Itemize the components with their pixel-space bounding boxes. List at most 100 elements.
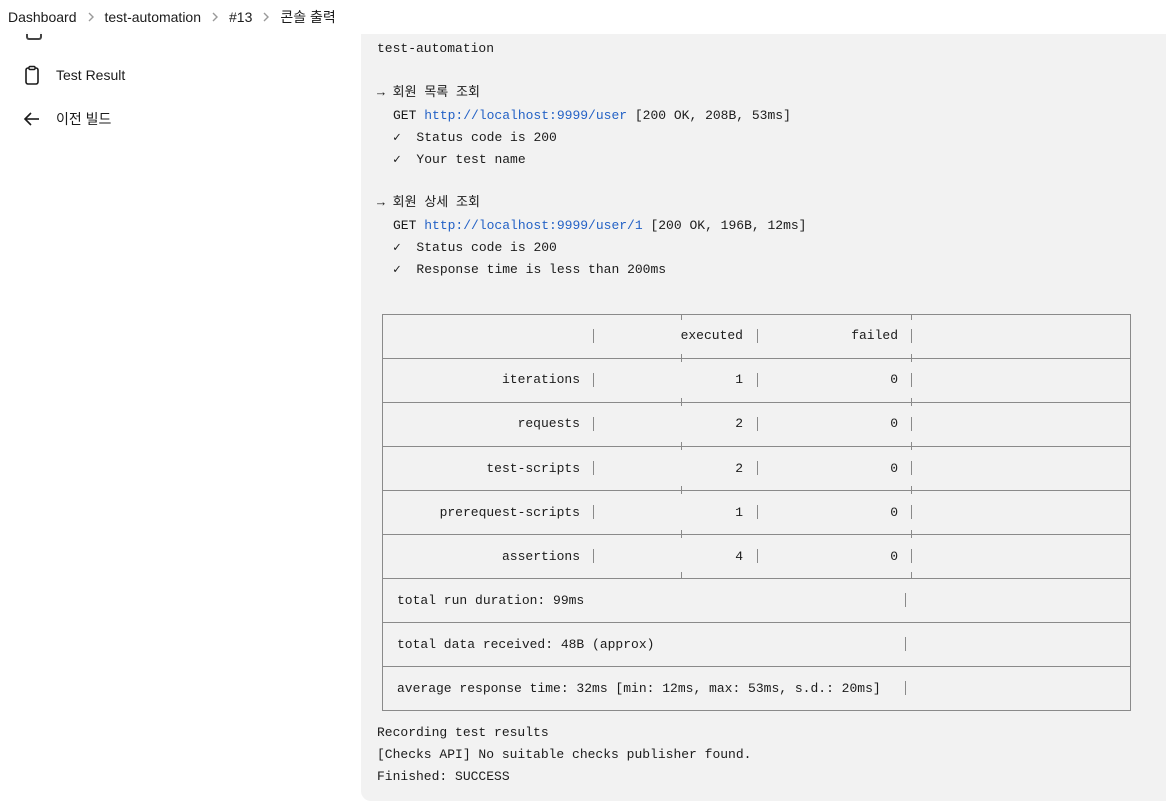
table-border (911, 505, 912, 519)
chevron-right-icon (77, 12, 105, 22)
table-border (911, 417, 912, 431)
row-executed: 4 (735, 549, 743, 564)
console-header: test-automation (377, 41, 495, 56)
sidebar-item-label: Test Result (56, 67, 126, 83)
table-border (911, 314, 912, 320)
table-border (911, 486, 912, 494)
table-border (911, 442, 912, 450)
sidebar-item-test-result[interactable]: Test Result (22, 65, 125, 85)
row-failed: 0 (890, 505, 898, 520)
column-header-executed: executed (680, 328, 743, 343)
table-border (681, 572, 682, 578)
table-border (382, 402, 1131, 403)
table-border (382, 710, 1131, 711)
table-border (593, 417, 594, 431)
breadcrumb-console-output[interactable]: 콘솔 출력 (280, 7, 335, 27)
request-method: GET (393, 108, 425, 123)
row-failed: 0 (890, 372, 898, 387)
sidebar-item-previous-build[interactable]: 이전 빌드 (22, 109, 111, 129)
row-failed: 0 (890, 461, 898, 476)
clipboard-icon (22, 65, 42, 85)
table-border (593, 549, 594, 563)
column-header-failed: failed (851, 328, 898, 343)
row-executed: 1 (735, 372, 743, 387)
table-border (681, 530, 682, 538)
request-method: GET (393, 218, 425, 233)
table-border (593, 461, 594, 475)
breadcrumb: Dashboard test-automation #13 콘솔 출력 (0, 0, 1166, 34)
table-border (382, 666, 1131, 667)
table-border (911, 354, 912, 362)
request-url-link[interactable]: http://localhost:9999/user/1 (424, 218, 642, 233)
console-line: Recording test results (377, 725, 549, 740)
arrow-left-icon (22, 109, 42, 129)
console-line: [Checks API] No suitable checks publishe… (377, 747, 752, 762)
chevron-right-icon (252, 12, 280, 22)
row-executed: 1 (735, 505, 743, 520)
chevron-right-icon (201, 12, 229, 22)
table-border (757, 329, 758, 343)
table-border (593, 373, 594, 387)
table-border (757, 461, 758, 475)
table-border (593, 329, 594, 343)
request-title: → 회원 상세 조회 (377, 195, 480, 210)
table-border (1130, 314, 1131, 710)
table-border (905, 593, 906, 607)
table-border (382, 578, 1131, 579)
table-border (911, 461, 912, 475)
table-border (681, 398, 682, 406)
table-border (681, 314, 682, 320)
breadcrumb-job[interactable]: test-automation (105, 9, 202, 25)
table-border (593, 505, 594, 519)
table-border (911, 572, 912, 578)
table-border (911, 530, 912, 538)
row-label: test-scripts (486, 461, 580, 476)
table-border (681, 442, 682, 450)
table-border (911, 549, 912, 563)
table-border (382, 314, 383, 710)
build-status: Finished: SUCCESS (377, 769, 510, 784)
table-border (757, 549, 758, 563)
table-border (905, 637, 906, 651)
table-border (911, 373, 912, 387)
row-label: assertions (501, 549, 580, 564)
table-border (911, 398, 912, 406)
table-border (382, 358, 1131, 359)
total-data-received: total data received: 48B (approx) (397, 637, 655, 652)
table-border (905, 681, 906, 695)
request-line: GET http://localhost:9999/user/1 [200 OK… (393, 218, 806, 234)
row-failed: 0 (890, 549, 898, 564)
request-status: [200 OK, 196B, 12ms] (642, 218, 807, 233)
table-border (382, 490, 1131, 491)
total-run-duration: total run duration: 99ms (397, 593, 585, 608)
row-label: prerequest-scripts (439, 505, 580, 520)
average-response-time: average response time: 32ms [min: 12ms, … (397, 681, 881, 696)
table-border (681, 486, 682, 494)
row-executed: 2 (735, 416, 743, 431)
request-title: → 회원 목록 조회 (377, 85, 480, 100)
row-failed: 0 (890, 416, 898, 431)
table-border (757, 505, 758, 519)
check-line: ✓ Status code is 200 (393, 130, 557, 145)
check-line: ✓ Status code is 200 (393, 240, 557, 255)
sidebar: Test Result 이전 빌드 (0, 32, 360, 801)
table-border (382, 534, 1131, 535)
table-border (757, 417, 758, 431)
table-border (382, 314, 1131, 315)
table-border (757, 373, 758, 387)
row-executed: 2 (735, 461, 743, 476)
console-output: test-automation → 회원 목록 조회 GET http://lo… (361, 34, 1166, 801)
row-label: iterations (501, 372, 580, 387)
breadcrumb-dashboard[interactable]: Dashboard (8, 9, 77, 25)
sidebar-item-label: 이전 빌드 (56, 111, 112, 127)
check-line: ✓ Response time is less than 200ms (393, 262, 667, 277)
table-border (911, 329, 912, 343)
check-line: ✓ Your test name (393, 152, 526, 167)
request-line: GET http://localhost:9999/user [200 OK, … (393, 108, 791, 124)
request-status: [200 OK, 208B, 53ms] (627, 108, 791, 123)
breadcrumb-build[interactable]: #13 (229, 9, 252, 25)
request-url-link[interactable]: http://localhost:9999/user (424, 108, 627, 123)
row-label: requests (517, 416, 580, 431)
table-border (382, 446, 1131, 447)
table-border (382, 622, 1131, 623)
